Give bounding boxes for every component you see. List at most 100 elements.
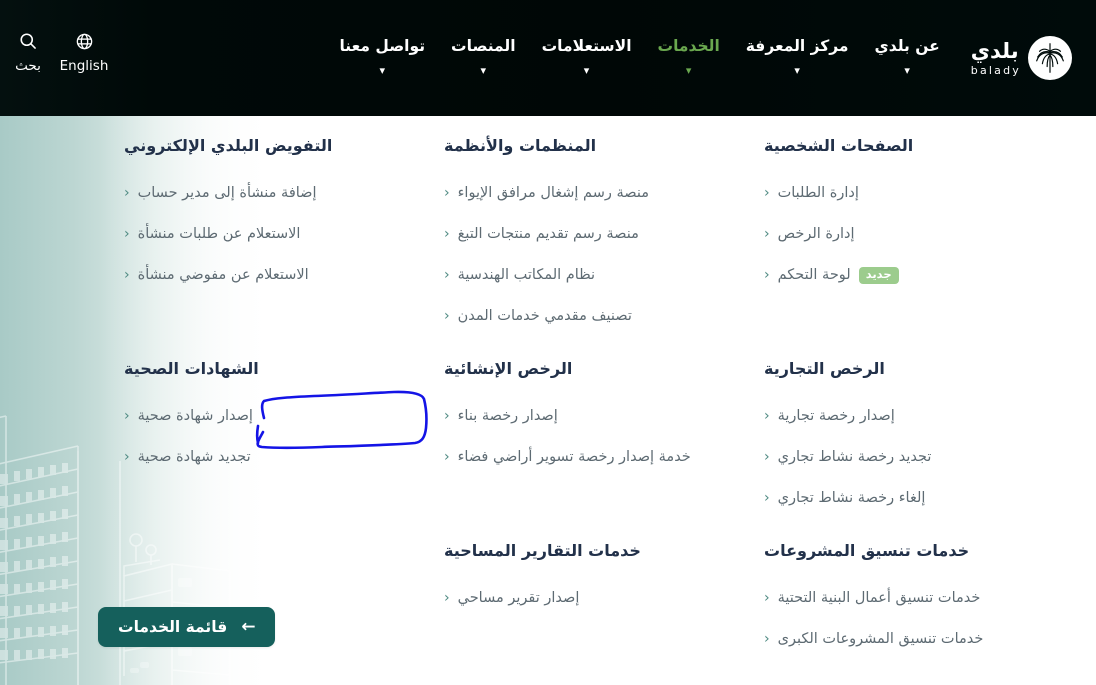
menu-group-survey-reports: خدمات التقارير المساحية › إصدار تقرير مس… [440,541,740,619]
menu-link-add-facility-to-account-manager[interactable]: › إضافة منشأة إلى مدير حساب [120,173,420,214]
arrow-left-icon: ← [241,616,256,637]
brand-wordmark: بلدي balady [970,38,1021,77]
nav-item-services[interactable]: الخدمات ▾ [645,37,733,78]
menu-link-label: تجديد شهادة صحية [137,449,251,466]
nav-item-contact-us[interactable]: تواصل معنا ▾ [326,37,438,78]
menu-link-label: إدارة الطلبات [777,185,859,202]
menu-link-major-projects-coordination[interactable]: › خدمات تنسيق المشروعات الكبرى [760,619,1060,660]
brand-name-ar: بلدي [970,38,1019,63]
site-logo[interactable]: بلدي balady [971,36,1072,80]
menu-link-label: خدمة إصدار رخصة تسوير أراضي فضاء [457,449,691,466]
menu-link-dashboard[interactable]: › لوحة التحكم جديد [760,255,1060,296]
chevron-down-icon: ▾ [480,64,487,78]
services-list-button[interactable]: قائمة الخدمات ← [98,607,276,647]
menu-link-inquire-facility-delegates[interactable]: › الاستعلام عن مفوضي منشأة [120,255,420,296]
chevron-left-icon: › [764,185,770,202]
group-links: › خدمات تنسيق أعمال البنية التحتية › خدم… [760,578,1060,660]
nav-label: مركز المعرفة [745,37,849,55]
chevron-left-icon: › [444,590,450,607]
menu-link-city-services-providers-classification[interactable]: › تصنيف مقدمي خدمات المدن [440,296,740,337]
chevron-down-icon: ▾ [379,64,386,78]
nav-label: عن بلدي [874,37,940,55]
chevron-left-icon: › [764,590,770,607]
menu-link-renew-commercial-license[interactable]: › تجديد رخصة نشاط تجاري [760,437,1060,478]
menu-link-label: إصدار شهادة صحية [137,408,253,425]
group-links: › إصدار رخصة بناء › خدمة إصدار رخصة تسوي… [440,396,740,478]
menu-link-inquire-facility-requests[interactable]: › الاستعلام عن طلبات منشأة [120,214,420,255]
group-links: › إضافة منشأة إلى مدير حساب › الاستعلام … [120,173,420,296]
menu-link-cancel-commercial-license[interactable]: › إلغاء رخصة نشاط تجاري [760,478,1060,519]
chevron-left-icon: › [764,226,770,243]
chevron-left-icon: › [444,226,450,243]
menu-link-label: منصة رسم تقديم منتجات التبغ [457,226,639,243]
group-links: › إصدار شهادة صحية › تجديد شهادة صحية [120,396,420,478]
nav-item-inquiries[interactable]: الاستعلامات ▾ [529,37,645,78]
menu-link-infrastructure-coordination[interactable]: › خدمات تنسيق أعمال البنية التحتية [760,578,1060,619]
chevron-left-icon: › [444,449,450,466]
nav-item-platforms[interactable]: المنصات ▾ [438,37,529,78]
chevron-left-icon: › [124,449,130,466]
menu-link-tobacco-products-fee-platform[interactable]: › منصة رسم تقديم منتجات التبغ [440,214,740,255]
menu-link-issue-land-fencing-permit[interactable]: › خدمة إصدار رخصة تسوير أراضي فضاء [440,437,740,478]
menu-link-label: لوحة التحكم [777,267,851,284]
chevron-left-icon: › [124,226,130,243]
menu-group-organizations-systems: المنظمات والأنظمة › منصة رسم إشغال مرافق… [440,136,740,337]
nav-item-knowledge-center[interactable]: مركز المعرفة ▾ [733,37,862,78]
primary-navigation: بلدي balady عن بلدي ▾ مركز المعرفة ▾ الخ… [326,0,1096,116]
services-mega-menu: الصفحات الشخصية › إدارة الطلبات › إدارة … [0,116,1096,685]
menu-link-issue-commercial-license[interactable]: › إصدار رخصة تجارية [760,396,1060,437]
menu-link-label: إلغاء رخصة نشاط تجاري [777,490,926,507]
language-label: English [59,58,109,74]
group-links: › إصدار رخصة تجارية › تجديد رخصة نشاط تج… [760,396,1060,519]
group-links: › منصة رسم إشغال مرافق الإيواء › منصة رس… [440,173,740,337]
group-title: التفويض البلدي الإلكتروني [124,136,333,155]
menu-group-health-certificates: الشهادات الصحية › إصدار شهادة صحية › تجد… [120,359,420,478]
nav-label: الاستعلامات [541,37,632,55]
nav-label: تواصل معنا [339,37,426,55]
group-title: خدمات التقارير المساحية [444,541,641,560]
page-root: بحث English بلدي balady عن بلدي ▾ مركز ا… [0,0,1096,685]
header-utilities: بحث English [0,30,112,74]
chevron-left-icon: › [444,185,450,202]
chevron-left-icon: › [764,631,770,648]
group-title: الرخص الإنشائية [444,359,573,378]
chevron-left-icon: › [764,267,770,284]
chevron-left-icon: › [444,308,450,325]
menu-link-issue-building-permit[interactable]: › إصدار رخصة بناء [440,396,740,437]
menu-link-renew-health-certificate[interactable]: › تجديد شهادة صحية [120,437,420,478]
chevron-down-icon: ▾ [583,64,590,78]
search-button[interactable]: بحث [0,30,56,74]
nav-items: عن بلدي ▾ مركز المعرفة ▾ الخدمات ▾ الاست… [326,37,953,78]
globe-icon [75,30,94,52]
search-icon [18,30,38,52]
menu-link-label: خدمات تنسيق المشروعات الكبرى [777,631,984,648]
menu-link-shelter-facilities-fee-platform[interactable]: › منصة رسم إشغال مرافق الإيواء [440,173,740,214]
group-title: الرخص التجارية [764,359,885,378]
chevron-left-icon: › [444,408,450,425]
menu-link-manage-requests[interactable]: › إدارة الطلبات [760,173,1060,214]
menu-link-manage-licenses[interactable]: › إدارة الرخص [760,214,1060,255]
nav-label: الخدمات [657,37,720,55]
menu-link-label: إضافة منشأة إلى مدير حساب [137,185,317,202]
language-switcher[interactable]: English [56,30,112,74]
menu-link-label: إصدار رخصة تجارية [777,408,895,425]
group-links: › إدارة الطلبات › إدارة الرخص › لوحة الت… [760,173,1060,296]
menu-link-label: تصنيف مقدمي خدمات المدن [457,308,632,325]
menu-link-issue-health-certificate[interactable]: › إصدار شهادة صحية [120,396,420,437]
menu-group-project-coordination: خدمات تنسيق المشروعات › خدمات تنسيق أعما… [760,541,1060,660]
menu-link-label: تجديد رخصة نشاط تجاري [777,449,932,466]
menu-link-label: إصدار تقرير مساحي [457,590,580,607]
palm-tree-logo-icon [1028,36,1072,80]
menu-link-issue-survey-report[interactable]: › إصدار تقرير مساحي [440,578,740,619]
brand-name-en: balady [970,63,1021,77]
chevron-down-icon: ▾ [685,64,692,78]
menu-group-municipal-authorization: التفويض البلدي الإلكتروني › إضافة منشأة … [120,136,420,296]
chevron-left-icon: › [124,267,130,284]
nav-item-about[interactable]: عن بلدي ▾ [862,37,953,76]
menu-group-personal-pages: الصفحات الشخصية › إدارة الطلبات › إدارة … [760,136,1060,296]
menu-link-engineering-offices-system[interactable]: › نظام المكاتب الهندسية [440,255,740,296]
site-header: بحث English بلدي balady عن بلدي ▾ مركز ا… [0,0,1096,116]
chevron-down-icon: ▾ [794,64,800,78]
menu-link-label: إدارة الرخص [777,226,855,243]
group-title: خدمات تنسيق المشروعات [764,541,970,560]
